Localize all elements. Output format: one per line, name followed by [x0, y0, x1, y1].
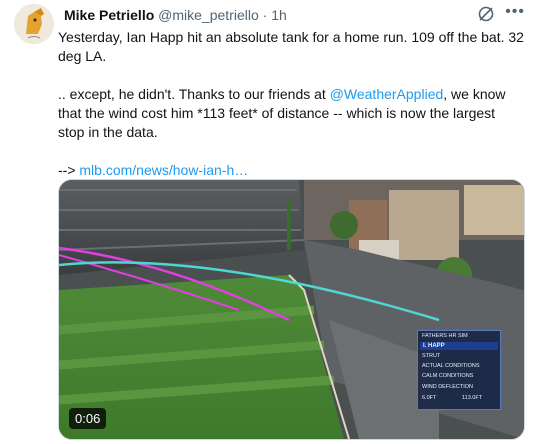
overlay-row-2: ACTUAL CONDITIONS [422, 363, 480, 369]
avatar[interactable] [14, 4, 54, 44]
tweet-line-2-text: .. except, he didn't. Thanks to our frie… [58, 86, 330, 102]
tweet-header: Mike Petriello @mike_petriello · 1h [64, 6, 525, 24]
tweet-line-1: Yesterday, Ian Happ hit an absolute tank… [58, 29, 524, 64]
video-player[interactable]: FATHERS HR SIM I. HAPP STRUT ACTUAL COND… [58, 179, 525, 440]
overlay-row-4-v1: 6.0FT [422, 395, 437, 401]
separator: · [262, 7, 268, 23]
tweet-line-2: .. except, he didn't. Thanks to our frie… [58, 85, 524, 142]
overlay-row-3: CALM CONDITIONS [422, 373, 474, 379]
video-duration: 0:06 [69, 408, 107, 429]
tweet-line-3: --> mlb.com/news/how-ian-h… [58, 161, 524, 180]
article-link[interactable]: mlb.com/news/how-ian-h… [79, 162, 248, 178]
stats-overlay: FATHERS HR SIM I. HAPP STRUT ACTUAL COND… [417, 330, 501, 410]
mention-link[interactable]: @WeatherApplied [330, 86, 444, 102]
author-name[interactable]: Mike Petriello [64, 7, 154, 23]
author-handle[interactable]: @mike_petriello [158, 7, 259, 23]
grok-icon[interactable] [477, 5, 495, 23]
overlay-header: FATHERS HR SIM [422, 333, 468, 339]
more-options-icon[interactable]: ••• [505, 3, 525, 21]
arrow-text: --> [58, 162, 80, 178]
tweet-text: Yesterday, Ian Happ hit an absolute tank… [58, 28, 524, 180]
overlay-row-4-v2: 113.0FT [462, 395, 483, 401]
timestamp[interactable]: 1h [271, 7, 287, 23]
overlay-row-1: STRUT [422, 353, 441, 359]
overlay-row-4-label: WIND DEFLECTION [422, 384, 474, 390]
overlay-player: I. HAPP [420, 342, 498, 350]
avatar-image [14, 4, 54, 44]
